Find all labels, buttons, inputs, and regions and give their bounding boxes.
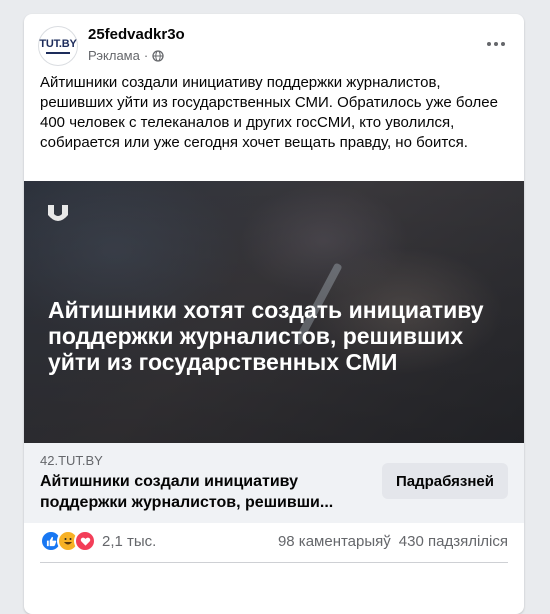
post-image[interactable]: Айтишники хотят создать инициативу подде… [24,181,524,443]
more-options-button[interactable] [482,30,510,58]
page-name-link[interactable]: 25fedvadkr3o [88,26,185,43]
link-preview[interactable]: 42.TUT.BY Айтишники создали инициативу п… [24,443,524,523]
link-title[interactable]: Айтишники создали инициативу поддержки ж… [40,471,360,513]
globe-icon[interactable] [152,49,164,62]
comment-share-counts: 98 каментарыяў 430 падзяліліся [278,533,508,550]
engagement-stats: 2,1 тыс. 98 каментарыяў 430 падзяліліся [40,529,508,553]
shares-count[interactable]: 430 падзяліліся [399,533,508,550]
comments-count[interactable]: 98 каментарыяў [278,533,391,550]
meta-separator: · [143,48,149,63]
reaction-icons[interactable] [40,530,96,552]
sponsored-post: TUT.BY 25fedvadkr3o Рэклама · Айтишники … [24,14,524,614]
post-header: TUT.BY 25fedvadkr3o Рэклама · [24,14,524,72]
sponsored-label[interactable]: Рэклама [88,48,140,63]
more-dot-icon [501,42,505,46]
post-body-text: Айтишники создали инициативу поддержки ж… [40,74,498,151]
post-meta: Рэклама · [88,48,164,63]
more-dot-icon [494,42,498,46]
learn-more-button[interactable]: Падрабязней [381,463,508,499]
logo-underline [46,51,70,54]
page-avatar[interactable]: TUT.BY [38,26,78,66]
tutby-logo: TUT.BY [39,37,77,50]
reaction-count[interactable]: 2,1 тыс. [102,533,156,550]
link-domain: 42.TUT.BY [40,453,103,468]
brand-mark-icon [48,205,68,221]
image-headline: Айтишники хотят создать инициативу подде… [48,297,484,375]
actions-divider [40,562,508,563]
more-dot-icon [487,42,491,46]
love-icon [74,530,96,552]
